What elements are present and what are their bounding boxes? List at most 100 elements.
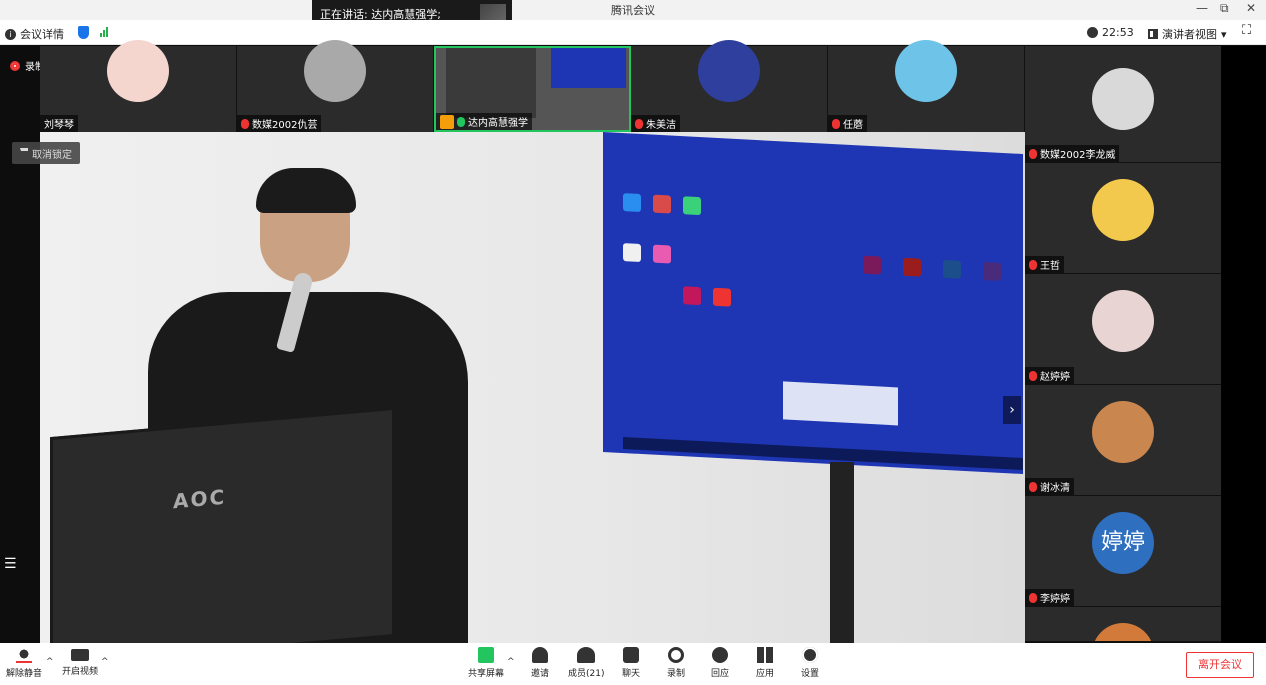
participant-name-text: 刘琴琴	[44, 120, 74, 131]
participant-name: 朱美洁	[631, 115, 680, 132]
leave-meeting-button[interactable]: 离开会议	[1186, 652, 1254, 678]
apps-button[interactable]: 应用	[756, 647, 774, 679]
record-dot-icon	[10, 60, 20, 71]
list-icon[interactable]: ☰	[4, 556, 17, 572]
participant-tile[interactable]: 朱美洁	[631, 40, 828, 132]
next-page-arrow[interactable]: ›	[1003, 396, 1021, 424]
unmute-button[interactable]: 解除静音	[6, 647, 42, 679]
desktop-icon	[653, 244, 671, 264]
mic-off-icon	[635, 118, 643, 129]
avatar	[1092, 68, 1154, 130]
fullscreen-button[interactable]: ⛶	[1242, 23, 1251, 38]
desktop-icon	[943, 259, 961, 279]
share-screen-label: 共享屏幕	[468, 669, 505, 679]
record-button[interactable]: 录制	[667, 647, 685, 679]
participant-tile[interactable]: 谢冰清	[1025, 385, 1221, 496]
participant-name-text: 赵婷婷	[1040, 372, 1070, 383]
title-bar: 腾讯会议 — ⧉ ✕	[0, 0, 1266, 20]
participant-name-text: 数媒2002仇芸	[252, 120, 318, 131]
video-options-caret[interactable]: ^	[101, 657, 109, 667]
meeting-timer: 22:53	[1087, 26, 1134, 39]
reaction-icon	[712, 647, 728, 663]
interact-label: 回应	[711, 669, 730, 679]
chat-button[interactable]: 聊天	[622, 647, 640, 679]
mic-off-icon	[1029, 259, 1037, 270]
avatar	[1092, 290, 1154, 352]
bottom-toolbar: 解除静音 ^ 开启视频 ^ 共享屏幕 ^ 邀请 成员(21) 聊天 录制 回应 …	[0, 643, 1266, 685]
avatar	[1092, 179, 1154, 241]
participant-name-text: 谢冰清	[1040, 483, 1070, 494]
meeting-info-button[interactable]: i 会议详情	[5, 26, 64, 42]
main-video[interactable]: AOC ›	[40, 132, 1025, 643]
participant-name-text: 王哲	[1040, 261, 1060, 272]
meeting-info-label: 会议详情	[20, 28, 64, 41]
participant-name: 王哲	[1025, 256, 1064, 273]
participant-name: 赵婷婷	[1025, 367, 1074, 384]
participant-name: 数媒2002李龙威	[1025, 145, 1120, 162]
view-mode-dropdown[interactable]: 演讲者视图 ▾	[1148, 26, 1227, 42]
settings-button[interactable]: 设置	[801, 647, 819, 679]
video-preview-screen	[551, 48, 626, 88]
right-padding	[1221, 46, 1266, 643]
participant-name: 刘琴琴	[40, 115, 78, 132]
restore-button[interactable]: ⧉	[1220, 1, 1229, 16]
presenter-hair	[256, 168, 356, 213]
signal-icon	[100, 26, 108, 37]
notification-popup	[783, 381, 898, 426]
participant-tile-active[interactable]: 达内高慧强学	[434, 46, 631, 132]
desktop-icon	[713, 287, 731, 307]
record-icon	[668, 647, 684, 663]
participant-tile[interactable]: 任蘑	[828, 40, 1025, 132]
participant-tile[interactable]: 数媒2002仇芸	[237, 40, 434, 132]
members-label: 成员(21)	[568, 669, 605, 679]
monitor-stand	[830, 462, 854, 643]
audio-options-caret[interactable]: ^	[46, 657, 54, 667]
view-mode-label: 演讲者视图	[1162, 28, 1217, 41]
desktop-icon	[863, 255, 881, 275]
taskbar	[623, 437, 1023, 471]
interact-button[interactable]: 回应	[711, 647, 729, 679]
apps-icon	[757, 647, 773, 663]
aoc-monitor: AOC	[50, 406, 395, 643]
desktop-icon	[983, 261, 1001, 281]
participant-tile[interactable]: 数媒2002李龙威	[1025, 46, 1221, 163]
video-preview	[446, 48, 536, 118]
participant-tile[interactable]: 赵婷婷	[1025, 274, 1221, 385]
participant-name: 任蘑	[828, 115, 867, 132]
share-screen-icon	[478, 647, 494, 663]
avatar-text: 婷婷	[1092, 512, 1154, 574]
video-display-screen	[603, 132, 1023, 475]
members-button[interactable]: 成员(21)	[568, 647, 604, 679]
close-button[interactable]: ✕	[1246, 1, 1256, 15]
avatar	[1092, 623, 1154, 641]
participant-name-text: 任蘑	[843, 120, 863, 131]
invite-button[interactable]: 邀请	[531, 647, 549, 679]
participant-tile[interactable]: 刘琴琴	[40, 40, 237, 132]
aoc-logo: AOC	[173, 484, 227, 514]
participant-strip: 刘琴琴 数媒2002仇芸 达内高慧强学 朱美洁 任蘑	[40, 40, 1025, 132]
participant-tile[interactable]: 婷婷 李婷婷	[1025, 496, 1221, 607]
desktop-icon	[623, 243, 641, 262]
share-options-caret[interactable]: ^	[507, 657, 515, 667]
clock-icon	[1087, 27, 1098, 38]
participant-tile[interactable]: 王哲	[1025, 163, 1221, 274]
unpin-button[interactable]: 取消锁定	[12, 142, 80, 164]
host-icon	[440, 114, 454, 129]
network-status[interactable]	[100, 26, 108, 37]
mic-off-icon	[832, 118, 840, 129]
mic-off-icon	[1029, 481, 1037, 492]
share-screen-button[interactable]: 共享屏幕	[468, 647, 504, 679]
minimize-button[interactable]: —	[1196, 1, 1208, 15]
avatar	[895, 40, 957, 102]
start-video-label: 开启视频	[62, 667, 99, 677]
security-button[interactable]	[78, 26, 89, 39]
start-video-button[interactable]: 开启视频	[62, 647, 98, 677]
participant-name: 谢冰清	[1025, 478, 1074, 495]
record-label: 录制	[667, 669, 686, 679]
participant-tile[interactable]	[1025, 607, 1221, 642]
gear-icon	[802, 647, 818, 663]
participant-name-text: 数媒2002李龙威	[1040, 150, 1116, 161]
unmute-label: 解除静音	[6, 669, 43, 679]
pin-icon	[20, 148, 28, 158]
mic-off-icon	[1029, 592, 1037, 603]
